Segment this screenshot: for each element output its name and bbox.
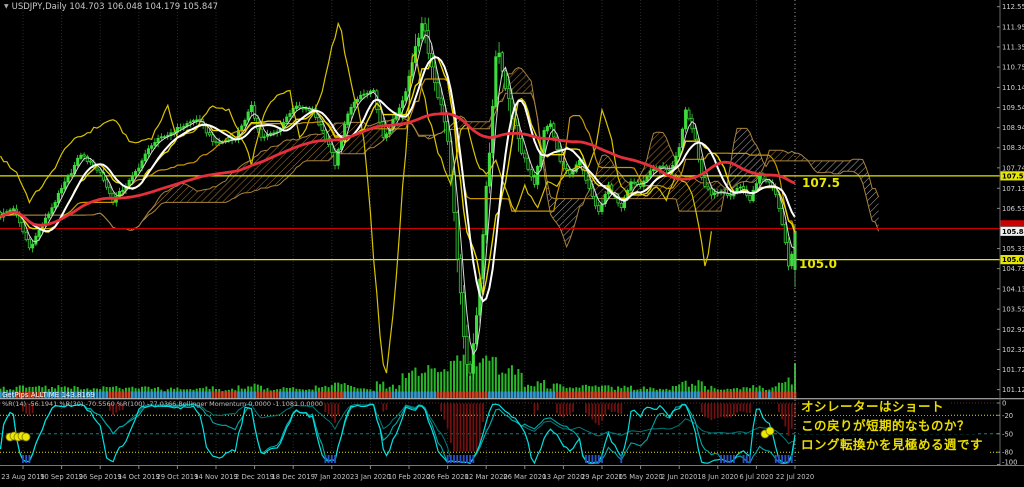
collapse-icon[interactable]: ▼	[4, 3, 9, 10]
indicator-status-line: %R(14) -56.1941 %R(30) -70.5560 %R(100) …	[2, 400, 323, 408]
note-line-1: オシレーターはショート	[799, 400, 949, 415]
note-line-3: ロング転換かを見極める週です	[799, 438, 988, 453]
resistance-level-label: 107.5	[802, 176, 840, 190]
chart-title: ▼USDJPY,Daily 104.703 106.048 104.179 10…	[4, 2, 218, 12]
price-axis[interactable]	[1000, 0, 1024, 465]
note-line-2: この戻りが短期的なものか？	[799, 419, 975, 434]
mt4-chart-window: 112.550111.950111.350110.750110.140109.5…	[0, 0, 1024, 487]
support-level-label: 105.0	[799, 257, 837, 271]
time-axis[interactable]	[0, 466, 1024, 487]
chart-title-text: USDJPY,Daily 104.703 106.048 104.179 105…	[12, 2, 218, 12]
indicator-header-label: GetPips ALLTIME 143.8169	[2, 391, 95, 399]
